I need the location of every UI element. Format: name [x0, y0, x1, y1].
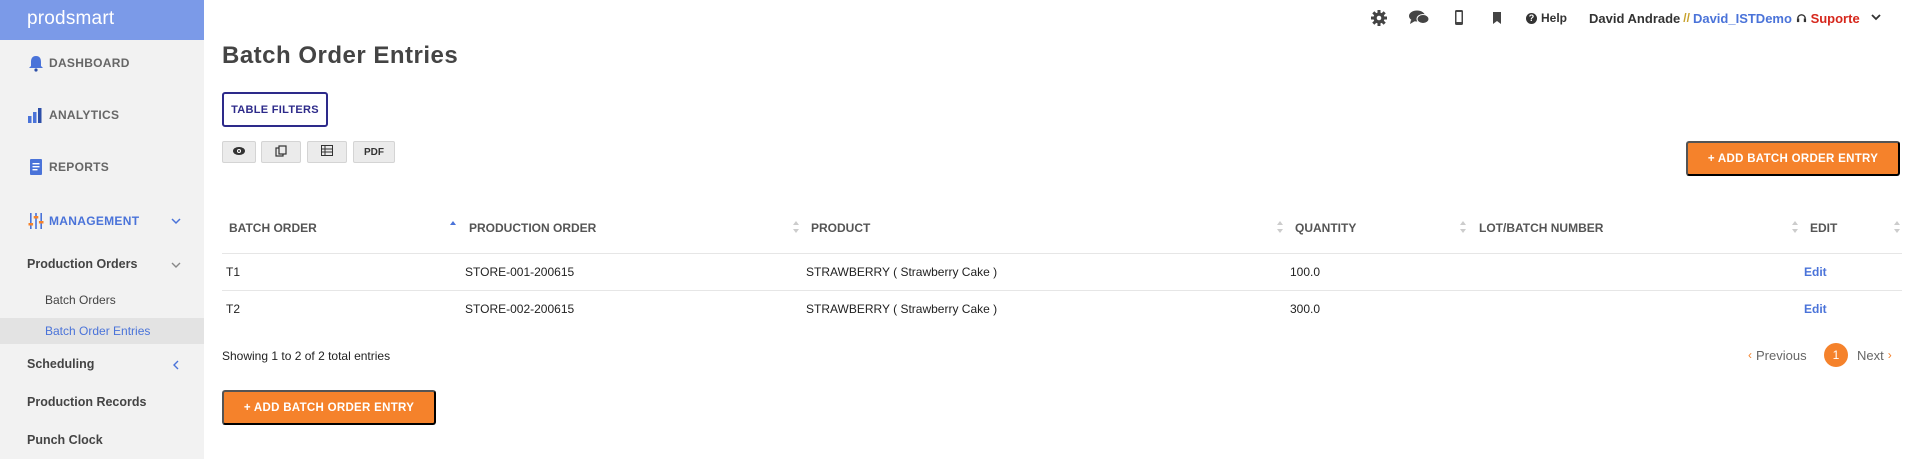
support-label: Suporte	[1810, 10, 1860, 26]
table-icon	[321, 145, 333, 159]
sort-icon[interactable]	[1791, 220, 1799, 234]
bar-chart-icon	[27, 106, 45, 124]
mobile-icon[interactable]	[1450, 9, 1468, 27]
nav-dashboard-label: DASHBOARD	[49, 56, 130, 70]
question-icon: ?	[1526, 12, 1537, 24]
nav-production-records[interactable]: Production Records	[27, 395, 146, 409]
bookmark-icon[interactable]	[1488, 9, 1506, 27]
document-icon	[27, 158, 45, 176]
chevron-down-icon[interactable]	[170, 215, 182, 227]
add-batch-order-entry-button-bottom[interactable]: + ADD BATCH ORDER ENTRY	[222, 390, 436, 425]
nav-punch-clock[interactable]: Punch Clock	[27, 433, 103, 447]
cell-product: STRAWBERRY ( Strawberry Cake )	[806, 302, 998, 316]
add-batch-order-entry-button[interactable]: + ADD BATCH ORDER ENTRY	[1686, 141, 1900, 176]
user-separator: //	[1683, 11, 1690, 25]
sort-icon[interactable]	[1276, 220, 1284, 234]
copy-icon	[275, 144, 287, 160]
chevron-left-icon[interactable]	[170, 359, 182, 371]
nav-analytics-label: ANALYTICS	[49, 108, 120, 122]
chevron-right-icon: ›	[1887, 348, 1892, 362]
sort-icon[interactable]	[1459, 220, 1467, 234]
cell-quantity: 300.0	[1290, 302, 1321, 316]
gear-icon[interactable]	[1370, 9, 1388, 27]
nav-production-orders[interactable]: Production Orders	[27, 257, 137, 271]
help-link[interactable]: ? Help	[1526, 11, 1567, 25]
nav-batch-orders[interactable]: Batch Orders	[45, 293, 116, 307]
nav-batch-order-entries[interactable]: Batch Order Entries	[45, 324, 150, 338]
account-link[interactable]: David_ISTDemo	[1693, 11, 1792, 26]
edit-link[interactable]: Edit	[1804, 302, 1827, 316]
chat-icon[interactable]	[1408, 9, 1430, 27]
nav-analytics[interactable]: ANALYTICS	[27, 106, 119, 124]
bell-icon	[27, 54, 45, 72]
eye-icon	[232, 146, 246, 159]
previous-label: Previous	[1756, 347, 1807, 363]
nav-reports[interactable]: REPORTS	[27, 158, 109, 176]
column-header-production-order[interactable]: PRODUCTION ORDER	[469, 221, 596, 235]
chevron-down-icon[interactable]	[1870, 11, 1882, 26]
top-bar: ? Help David Andrade // David_ISTDemo Su…	[1370, 8, 1882, 28]
cell-batch-order: T2	[226, 302, 241, 316]
sliders-icon	[27, 212, 45, 230]
app-logo[interactable]: prodsmart	[0, 0, 204, 40]
chevron-left-icon: ‹	[1748, 348, 1752, 362]
cell-production-order: STORE-001-200615	[465, 265, 575, 279]
sort-icon[interactable]	[1893, 220, 1901, 234]
headset-icon	[1796, 11, 1811, 26]
pagination-next[interactable]: Next ›	[1857, 343, 1892, 367]
cell-batch-order: T1	[226, 265, 241, 279]
help-label: Help	[1541, 11, 1568, 25]
nav-dashboard[interactable]: DASHBOARD	[27, 54, 130, 72]
table-divider	[222, 253, 1902, 254]
table-filters-button[interactable]: TABLE FILTERS	[222, 92, 328, 127]
nav-scheduling[interactable]: Scheduling	[27, 357, 94, 371]
column-visibility-button[interactable]	[222, 141, 256, 163]
pagination-previous[interactable]: ‹ Previous	[1748, 343, 1807, 367]
table-row-divider	[222, 290, 1902, 291]
nav-management[interactable]: MANAGEMENT	[27, 212, 139, 230]
cell-production-order: STORE-002-200615	[465, 302, 575, 316]
column-header-edit[interactable]: EDIT	[1810, 221, 1837, 235]
edit-link[interactable]: Edit	[1804, 265, 1827, 279]
column-header-product[interactable]: PRODUCT	[811, 221, 870, 235]
nav-reports-label: REPORTS	[49, 160, 110, 174]
user-name[interactable]: David Andrade	[1589, 11, 1680, 26]
table-info: Showing 1 to 2 of 2 total entries	[222, 349, 391, 363]
support-link[interactable]: Suporte	[1796, 11, 1860, 26]
cell-product: STRAWBERRY ( Strawberry Cake )	[806, 265, 998, 279]
cell-quantity: 100.0	[1290, 265, 1321, 279]
pdf-button[interactable]: PDF	[353, 141, 395, 163]
sort-icon[interactable]	[792, 220, 800, 234]
nav-management-label: MANAGEMENT	[49, 214, 140, 228]
column-header-batch-order[interactable]: BATCH ORDER	[229, 221, 317, 235]
column-header-lot-batch-number[interactable]: LOT/BATCH NUMBER	[1479, 221, 1603, 235]
pagination-page-1[interactable]: 1	[1824, 343, 1848, 367]
chevron-down-icon[interactable]	[170, 259, 182, 271]
sort-asc-icon[interactable]	[449, 220, 457, 234]
page-title: Batch Order Entries	[222, 42, 459, 69]
next-label: Next	[1857, 347, 1884, 363]
sidebar: prodsmart DASHBOARD ANALYTICS REPORTS MA…	[0, 0, 204, 459]
copy-button[interactable]	[261, 141, 301, 163]
column-header-quantity[interactable]: QUANTITY	[1295, 221, 1356, 235]
page-number: 1	[1824, 343, 1848, 367]
csv-button[interactable]	[307, 141, 347, 163]
